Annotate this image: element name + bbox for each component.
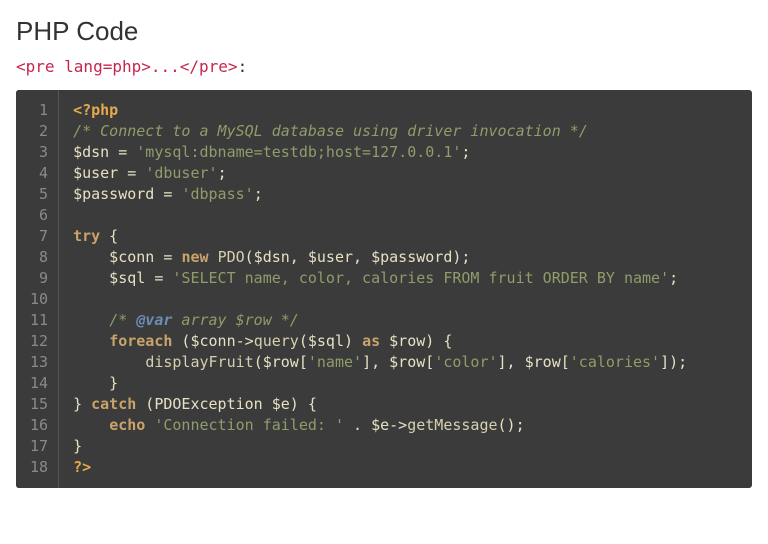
line-number: 7 (30, 226, 48, 247)
code-token: new (181, 248, 208, 266)
code-line: ?> (73, 457, 738, 478)
code-token: ; (461, 143, 470, 161)
line-number: 5 (30, 184, 48, 205)
code-token: echo (109, 416, 145, 434)
code-token: $conn = (73, 248, 181, 266)
code-token: 'Connection failed: ' (154, 416, 344, 434)
code-token: (); (498, 416, 525, 434)
code-token (73, 332, 109, 350)
code-token: array $row */ (172, 311, 298, 329)
code-token: ], $row[ (362, 353, 434, 371)
line-number-gutter: 123456789101112131415161718 (16, 90, 59, 488)
line-number: 14 (30, 373, 48, 394)
code-line: $conn = new PDO($dsn, $user, $password); (73, 247, 738, 268)
code-line: $user = 'dbuser'; (73, 163, 738, 184)
code-token: ; (669, 269, 678, 287)
code-token: 'color' (434, 353, 497, 371)
code-token: } (73, 437, 82, 455)
line-number: 3 (30, 142, 48, 163)
code-token: ($conn-> (172, 332, 253, 350)
code-line: displayFruit($row['name'], $row['color']… (73, 352, 738, 373)
code-token: $password = (73, 185, 181, 203)
code-line: $sql = 'SELECT name, color, calories FRO… (73, 268, 738, 289)
code-token: foreach (109, 332, 172, 350)
code-line: /* @var array $row */ (73, 310, 738, 331)
code-line: } (73, 373, 738, 394)
code-token: ?> (73, 458, 91, 476)
code-token: getMessage (407, 416, 497, 434)
code-token: 'dbpass' (181, 185, 253, 203)
code-token: @var (136, 311, 172, 329)
code-token: query (254, 332, 299, 350)
code-token: catch (91, 395, 136, 413)
line-number: 6 (30, 205, 48, 226)
line-number: 11 (30, 310, 48, 331)
code-token: ($sql) (299, 332, 362, 350)
code-token: . $e-> (344, 416, 407, 434)
line-number: 8 (30, 247, 48, 268)
code-token: try (73, 227, 100, 245)
code-line: foreach ($conn->query($sql) as $row) { (73, 331, 738, 352)
code-token: 'name' (308, 353, 362, 371)
line-number: 16 (30, 415, 48, 436)
code-line: <?php (73, 100, 738, 121)
code-line: } catch (PDOException $e) { (73, 394, 738, 415)
code-token: } (73, 374, 118, 392)
code-token: 'mysql:dbname=testdb;host=127.0.0.1' (136, 143, 461, 161)
code-line: } (73, 436, 738, 457)
code-token (73, 416, 109, 434)
code-token (73, 311, 109, 329)
line-number: 17 (30, 436, 48, 457)
code-block: 123456789101112131415161718 <?php/* Conn… (16, 90, 752, 488)
code-line: $dsn = 'mysql:dbname=testdb;host=127.0.0… (73, 142, 738, 163)
code-token: (PDOException $e) { (136, 395, 317, 413)
code-token (73, 353, 145, 371)
code-token (209, 248, 218, 266)
section-heading: PHP Code (16, 16, 752, 47)
code-token: 'SELECT name, color, calories FROM fruit… (172, 269, 669, 287)
line-number: 15 (30, 394, 48, 415)
code-content: <?php /* Connect to a MySQL database usin… (59, 90, 752, 488)
code-token: ($dsn, $user, $password); (245, 248, 471, 266)
code-line: echo 'Connection failed: ' . $e->getMess… (73, 415, 738, 436)
line-number: 10 (30, 289, 48, 310)
code-token: $user = (73, 164, 145, 182)
code-token: PDO (218, 248, 245, 266)
code-token: ], $row[ (498, 353, 570, 371)
line-number: 12 (30, 331, 48, 352)
line-number: 1 (30, 100, 48, 121)
pre-tag-text: <pre lang=php>...</pre> (16, 57, 238, 76)
code-line: $password = 'dbpass'; (73, 184, 738, 205)
pre-tag-snippet: <pre lang=php>...</pre>: (16, 57, 752, 76)
code-token: as (362, 332, 380, 350)
code-token: 'calories' (570, 353, 660, 371)
code-token: { (100, 227, 118, 245)
code-token: ; (218, 164, 227, 182)
code-line: try { (73, 226, 738, 247)
code-token: /* Connect to a MySQL database using dri… (73, 122, 588, 140)
code-token: $dsn = (73, 143, 136, 161)
code-line: /* Connect to a MySQL database using dri… (73, 121, 738, 142)
line-number: 13 (30, 352, 48, 373)
code-token: $row) { (380, 332, 452, 350)
code-token: 'dbuser' (145, 164, 217, 182)
code-token: $sql = (73, 269, 172, 287)
line-number: 2 (30, 121, 48, 142)
code-token: <?php (73, 101, 118, 119)
pre-tag-colon: : (238, 57, 248, 76)
code-line (73, 289, 738, 310)
code-token: ; (254, 185, 263, 203)
code-token: ($row[ (254, 353, 308, 371)
line-number: 4 (30, 163, 48, 184)
code-token (145, 416, 154, 434)
code-token: } (73, 395, 91, 413)
code-token: ]); (660, 353, 687, 371)
line-number: 9 (30, 268, 48, 289)
line-number: 18 (30, 457, 48, 478)
code-token: /* (109, 311, 136, 329)
code-token: displayFruit (145, 353, 253, 371)
code-line (73, 205, 738, 226)
